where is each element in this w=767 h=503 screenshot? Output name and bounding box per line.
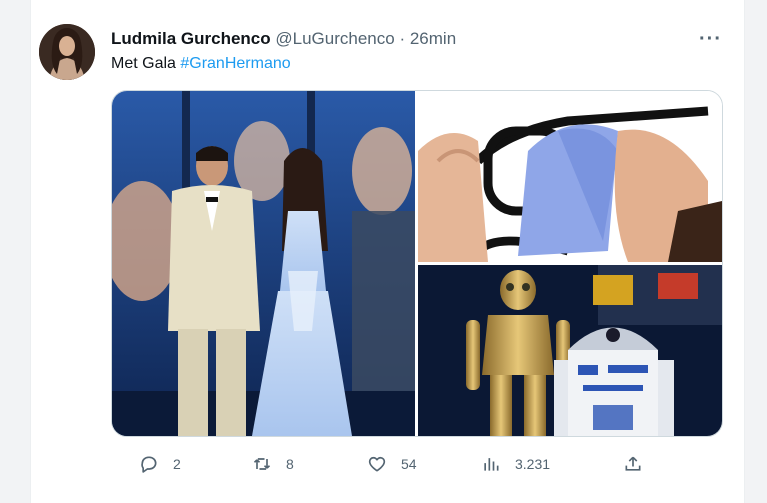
media-grid [111,90,723,437]
tweet-header: Ludmila Gurchenco @LuGurchenco · 26min [111,29,724,49]
couple-photo[interactable] [112,91,415,436]
tweet-text: Met Gala #GranHermano [111,55,291,73]
avatar[interactable] [39,24,95,80]
share-icon [623,454,643,474]
separator-dot: · [399,29,406,48]
glasses-cleaning-photo[interactable] [418,91,722,262]
like-count: 54 [401,456,417,472]
reply-icon [139,454,159,474]
tweet-card[interactable]: Ludmila Gurchenco @LuGurchenco · 26min ·… [30,0,745,503]
more-horizontal-icon[interactable]: ··· [699,28,722,51]
tweet-text-plain: Met Gala [111,55,181,72]
views-button[interactable]: 3.231 [481,450,550,478]
reply-button[interactable]: 2 [139,450,181,478]
retweet-icon [252,454,272,474]
hashtag-link[interactable]: #GranHermano [180,55,290,72]
share-button[interactable] [623,450,643,478]
retweet-button[interactable]: 8 [252,450,294,478]
timestamp[interactable]: 26min [410,29,456,48]
heart-icon [367,454,387,474]
bar-chart-icon [481,454,501,474]
user-handle[interactable]: @LuGurchenco [275,29,394,48]
action-bar: 2 8 54 3.231 [139,450,659,478]
display-name[interactable]: Ludmila Gurchenco [111,29,271,48]
views-count: 3.231 [515,456,551,472]
reply-count: 2 [173,456,181,472]
like-button[interactable]: 54 [367,450,417,478]
retweet-count: 8 [286,456,294,472]
robots-photo[interactable] [418,265,722,436]
